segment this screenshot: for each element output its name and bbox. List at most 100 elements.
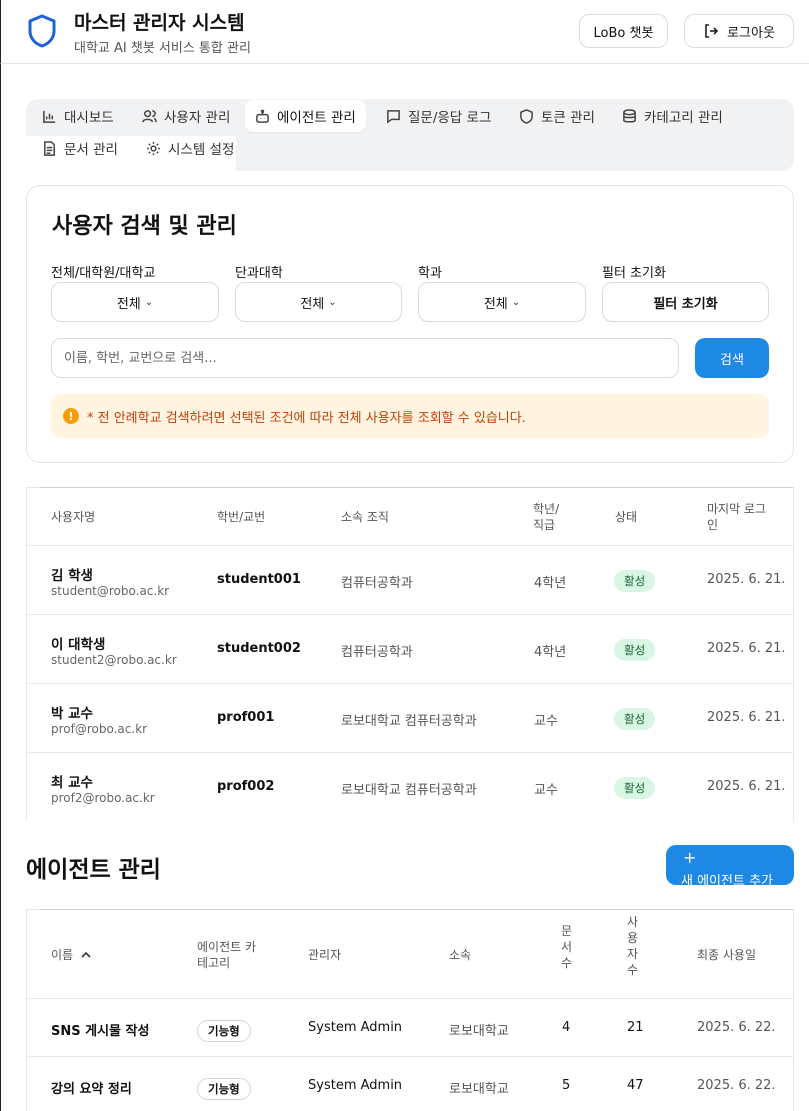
app-title: 마스터 관리자 시스템 bbox=[74, 12, 245, 34]
agent-section-title: 에이전트 관리 bbox=[26, 857, 161, 883]
user-id: student001 bbox=[217, 572, 301, 587]
search-button[interactable]: 검색 bbox=[695, 338, 769, 378]
user-org: 컴퓨터공학과 bbox=[341, 645, 413, 660]
filter-department-select[interactable]: 전체 ⌄ bbox=[418, 282, 586, 322]
user-id: student002 bbox=[217, 641, 301, 656]
tab-document-management[interactable]: 문서 관리 bbox=[32, 133, 128, 163]
tab-system-settings[interactable]: 시스템 설정 bbox=[136, 133, 244, 163]
table-row[interactable]: 강의 요약 정리 기능형 System Admin 로보대학교 5 47 202… bbox=[27, 1056, 793, 1111]
app-subtitle: 대학교 AI 챗봇 서비스 통합 관리 bbox=[74, 41, 251, 56]
table-row[interactable]: 김 학생 student@robo.ac.kr student001 컴퓨터공학… bbox=[27, 545, 793, 614]
tab-token-management[interactable]: 토큰 관리 bbox=[509, 101, 605, 131]
col-header-agent-admin: 관리자 bbox=[308, 948, 342, 962]
user-email: prof2@robo.ac.kr bbox=[51, 791, 155, 805]
chatbot-button[interactable]: LoBo 챗봇 bbox=[579, 14, 668, 48]
user-email: student2@robo.ac.kr bbox=[51, 653, 177, 667]
col-header-agent-users: 사 용 자 수 bbox=[627, 915, 639, 977]
document-icon bbox=[44, 140, 55, 156]
agent-user-count: 21 bbox=[627, 1020, 644, 1035]
logout-button[interactable]: 로그아웃 bbox=[684, 14, 794, 48]
filter-reset-button[interactable]: 필터 초기화 bbox=[602, 282, 769, 322]
user-search-title: 사용자 검색 및 관리 bbox=[52, 214, 237, 239]
tab-agent-management[interactable]: 에이전트 관리 bbox=[245, 100, 366, 132]
add-agent-button[interactable]: + 새 에이전트 추가 bbox=[666, 845, 794, 885]
col-header-agent-name[interactable]: 이름 bbox=[51, 947, 91, 963]
user-name: 이 대학생 bbox=[51, 637, 106, 653]
col-header-agent-docs: 문 서 수 bbox=[561, 924, 573, 970]
status-badge: 활성 bbox=[614, 777, 656, 799]
user-grade: 4학년 bbox=[534, 645, 567, 660]
agent-user-count: 47 bbox=[627, 1078, 644, 1093]
bot-icon bbox=[256, 109, 269, 123]
table-top-divider bbox=[39, 909, 793, 910]
user-search-card: 사용자 검색 및 관리 전체/대학원/대학교 전체 ⌄ 단과대학 전체 ⌄ 학과 전… bbox=[26, 185, 794, 463]
user-search-input[interactable] bbox=[51, 338, 679, 378]
filter-college-value: 전체 bbox=[300, 296, 325, 312]
table-row[interactable]: 최 교수 prof2@robo.ac.kr prof002 로보대학교 컴퓨터공… bbox=[27, 752, 793, 821]
app-header: 마스터 관리자 시스템 대학교 AI 챗봇 서비스 통합 관리 LoBo 챗봇 … bbox=[0, 0, 809, 64]
search-button-label: 검색 bbox=[720, 352, 744, 368]
tab-dashboard[interactable]: 대시보드 bbox=[32, 101, 124, 131]
user-last-login: 2025. 6. 21. bbox=[707, 779, 786, 794]
add-agent-button-label: 새 에이전트 추가 bbox=[681, 874, 773, 885]
agent-name: SNS 게시물 작성 bbox=[51, 1024, 150, 1039]
agent-category-tag: 기능형 bbox=[197, 1020, 251, 1042]
user-last-login: 2025. 6. 21. bbox=[707, 710, 786, 725]
main-content: 대시보드 사용자 관리 에이전트 관리 질문/응답 로그 토큰 관리 카테고리 … bbox=[0, 64, 809, 1111]
table-row[interactable]: 박 교수 prof@robo.ac.kr prof001 로보대학교 컴퓨터공학… bbox=[27, 683, 793, 752]
users-icon bbox=[142, 109, 157, 122]
agent-org: 로보대학교 bbox=[449, 1082, 509, 1097]
gear-icon bbox=[146, 141, 161, 155]
tab-user-management[interactable]: 사용자 관리 bbox=[132, 101, 240, 131]
tab-category-management[interactable]: 카테고리 관리 bbox=[612, 101, 733, 131]
agent-last-used: 2025. 6. 22. bbox=[697, 1078, 776, 1093]
filter-college-select[interactable]: 전체 ⌄ bbox=[235, 282, 402, 322]
col-header-org: 소속 조직 bbox=[341, 510, 389, 524]
filter-level-label: 전체/대학원/대학교 bbox=[51, 266, 156, 281]
table-row[interactable]: SNS 게시물 작성 기능형 System Admin 로보대학교 4 21 2… bbox=[27, 998, 793, 1056]
tab-label: 문서 관리 bbox=[64, 142, 118, 158]
user-name: 김 학생 bbox=[51, 568, 93, 584]
col-header-agent-last-used: 최종 사용일 bbox=[697, 948, 757, 962]
tab-label: 시스템 설정 bbox=[168, 142, 235, 158]
tab-label: 에이전트 관리 bbox=[277, 110, 356, 126]
agent-name: 강의 요약 정리 bbox=[51, 1082, 132, 1097]
agent-admin: System Admin bbox=[308, 1020, 403, 1035]
col-header-grade: 학년/ 직급 bbox=[533, 502, 560, 532]
user-id: prof002 bbox=[217, 779, 275, 794]
alert-icon: ! bbox=[63, 408, 79, 424]
tab-label: 질문/응답 로그 bbox=[408, 110, 492, 126]
tab-label: 토큰 관리 bbox=[541, 110, 595, 126]
agent-doc-count: 4 bbox=[562, 1020, 571, 1035]
table-top-divider bbox=[39, 487, 793, 488]
plus-icon: + bbox=[683, 848, 697, 867]
filter-college-label: 단과대학 bbox=[235, 266, 283, 281]
filter-department-value: 전체 bbox=[483, 296, 508, 312]
table-row[interactable]: 이 대학생 student2@robo.ac.kr student002 컴퓨터… bbox=[27, 614, 793, 683]
col-header-agent-name-label: 이름 bbox=[51, 948, 74, 962]
user-grade: 4학년 bbox=[534, 576, 567, 591]
user-last-login: 2025. 6. 21. bbox=[707, 572, 786, 587]
user-name: 최 교수 bbox=[51, 775, 93, 791]
status-badge: 활성 bbox=[614, 570, 656, 592]
agent-org: 로보대학교 bbox=[449, 1024, 509, 1039]
user-email: prof@robo.ac.kr bbox=[51, 722, 148, 736]
agents-table: 이름 에이전트 카 테고리 관리자 소속 문 서 수 사 용 자 수 최종 사용… bbox=[26, 909, 794, 1111]
col-header-id: 학번/교번 bbox=[217, 510, 266, 524]
search-notice: ! * 전 안례학교 검색하려면 선택된 조건에 따라 전체 사용자를 조회할 … bbox=[51, 394, 769, 438]
filter-reset-button-label: 필터 초기화 bbox=[653, 296, 718, 312]
tab-label: 사용자 관리 bbox=[164, 110, 231, 126]
filter-level-value: 전체 bbox=[116, 296, 141, 312]
user-last-login: 2025. 6. 21. bbox=[707, 641, 786, 656]
tab-qa-log[interactable]: 질문/응답 로그 bbox=[376, 101, 501, 131]
chevron-down-icon: ⌄ bbox=[328, 296, 337, 308]
sort-ascending-icon bbox=[81, 951, 91, 958]
user-name: 박 교수 bbox=[51, 706, 93, 722]
col-header-status: 상태 bbox=[615, 510, 638, 524]
col-header-agent-category: 에이전트 카 테고리 bbox=[197, 940, 257, 970]
col-header-agent-org: 소속 bbox=[449, 948, 472, 962]
col-header-last-login: 마지막 로그 인 bbox=[707, 502, 767, 532]
filter-level-select[interactable]: 전체 ⌄ bbox=[51, 282, 219, 322]
tab-label: 카테고리 관리 bbox=[644, 110, 723, 126]
filter-reset-label: 필터 초기화 bbox=[602, 266, 666, 281]
